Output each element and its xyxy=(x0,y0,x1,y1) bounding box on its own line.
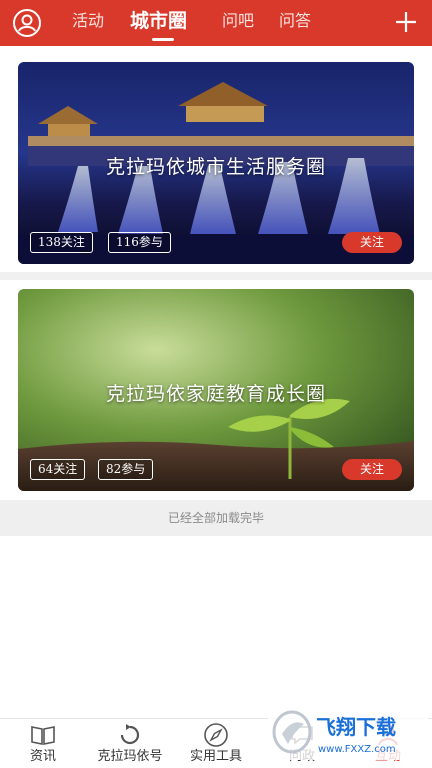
participants-count: 116参与 xyxy=(108,232,171,253)
nav-label: 实用工具 xyxy=(189,749,242,764)
follow-button[interactable]: 关注 xyxy=(342,459,402,480)
compass-icon xyxy=(204,723,228,747)
circle-card-city-life[interactable]: 克拉玛依城市生活服务圈 138关注 116参与 关注 xyxy=(18,62,414,264)
tab-city-circle[interactable]: 城市圈 xyxy=(130,8,187,34)
spacer xyxy=(0,46,432,60)
tab-qa[interactable]: 问答 xyxy=(279,10,311,32)
nav-label: 资讯 xyxy=(29,749,56,764)
active-tab-indicator xyxy=(152,38,174,41)
card-divider xyxy=(0,272,432,280)
list-end-message: 已经全部加载完毕 xyxy=(0,500,432,536)
plus-icon[interactable] xyxy=(392,8,420,36)
tab-activities[interactable]: 活动 xyxy=(72,10,104,32)
tab-ask-bar[interactable]: 问吧 xyxy=(222,10,254,32)
circle-title: 克拉玛依城市生活服务圈 xyxy=(105,156,326,178)
nav-item-karamay-account[interactable]: 克拉玛依号 xyxy=(86,719,174,768)
followers-count: 138关注 xyxy=(30,232,93,253)
circle-card-family-education[interactable]: 克拉玛依家庭教育成长圈 64关注 82参与 关注 xyxy=(18,289,414,491)
watermark-url: www.FXXZ.com xyxy=(318,744,396,755)
watermark-brand: 飞翔下载 xyxy=(316,715,396,739)
follow-button[interactable]: 关注 xyxy=(342,232,402,253)
nav-label: 克拉玛依号 xyxy=(97,749,163,764)
refresh-icon xyxy=(120,724,140,745)
circle-title: 克拉玛依家庭教育成长圈 xyxy=(105,383,326,405)
user-avatar-icon[interactable] xyxy=(12,8,42,38)
nav-item-tools[interactable]: 实用工具 xyxy=(180,719,252,768)
participants-count: 82参与 xyxy=(98,459,154,480)
top-bar: 活动 城市圈 问吧 问答 xyxy=(0,0,432,46)
site-watermark: 飞翔下载 www.FXXZ.com xyxy=(268,708,428,760)
followers-count: 64关注 xyxy=(30,459,86,480)
book-icon xyxy=(31,726,55,745)
nav-item-news[interactable]: 资讯 xyxy=(8,719,78,768)
